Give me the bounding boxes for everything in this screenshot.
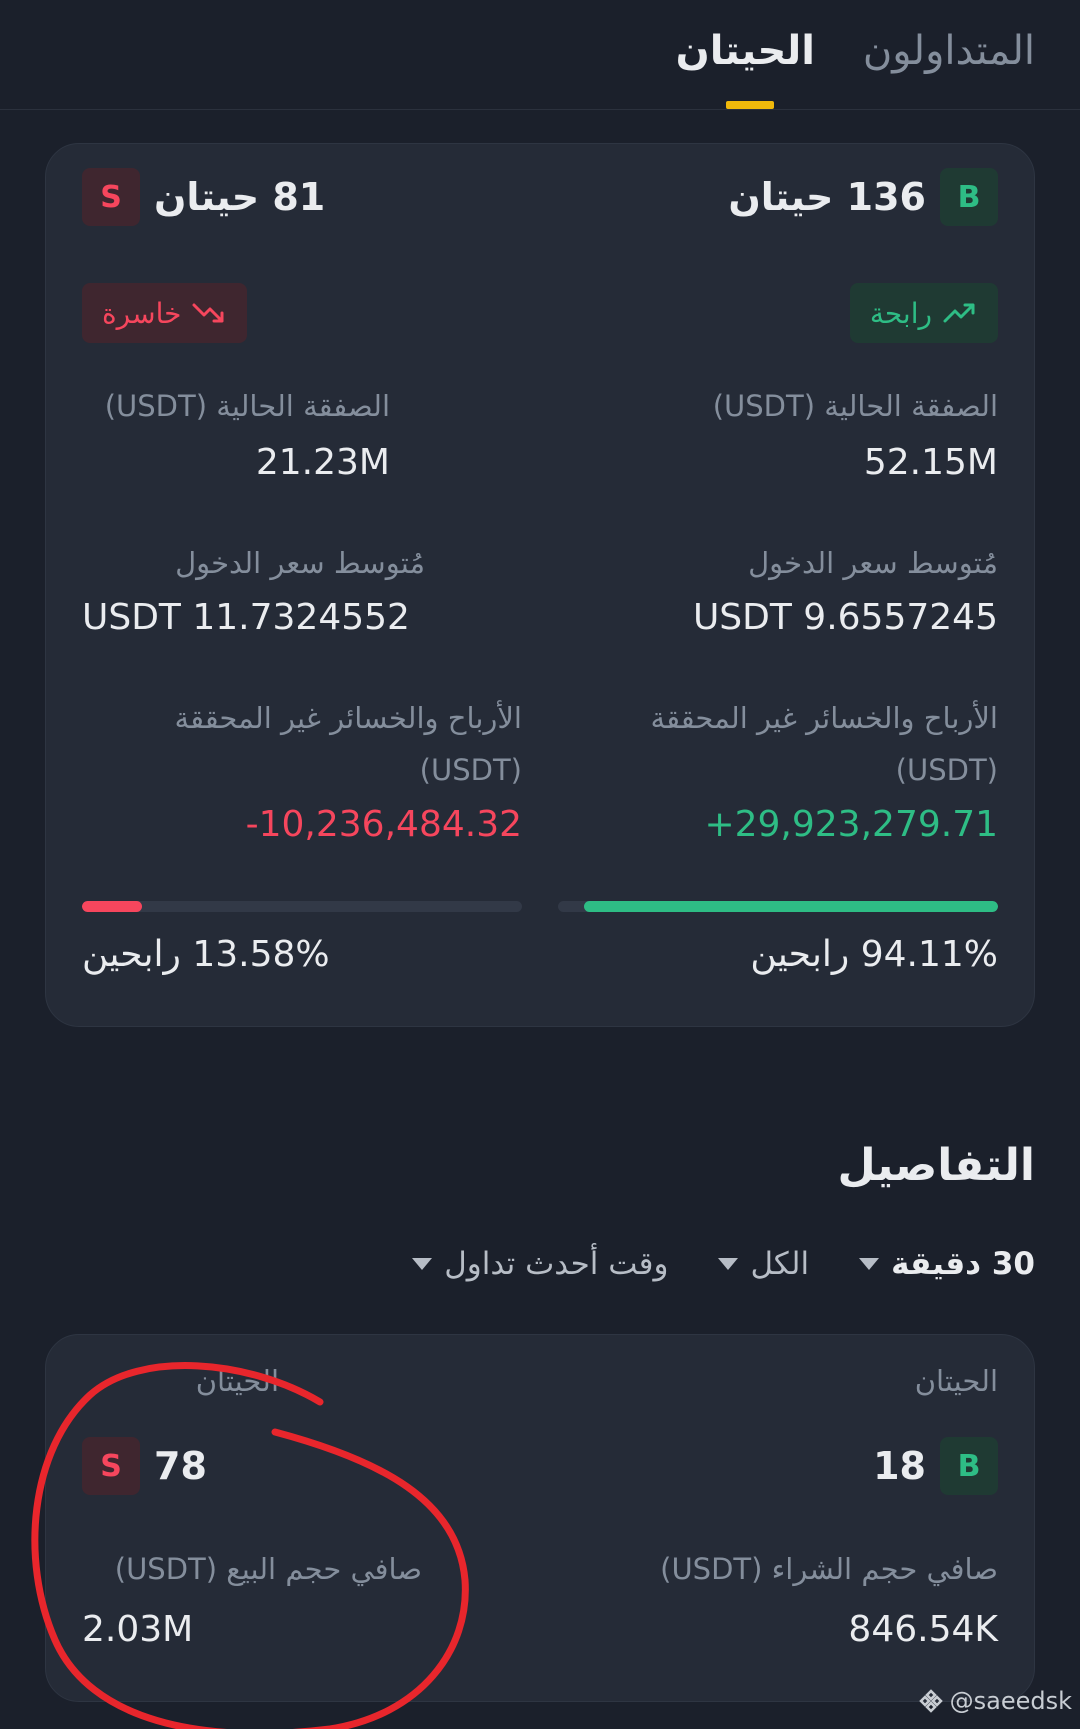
caret-down-icon xyxy=(412,1258,433,1270)
sell-avg-entry-label: مُتوسط سعر الدخول xyxy=(175,546,425,580)
details-buy-label: الحيتان xyxy=(914,1364,998,1398)
sell-whale-count: 81 حيتان xyxy=(154,175,326,219)
buy-status-label: رابحة xyxy=(869,296,932,330)
buy-win-rate-bar xyxy=(558,901,998,912)
interval-filter-label: 30 دقيقة xyxy=(891,1246,1035,1282)
sell-win-rate-bar xyxy=(82,901,522,912)
caret-down-icon xyxy=(718,1258,739,1270)
buy-status-badge: رابحة xyxy=(849,283,998,343)
sell-position-label: الصفقة الحالية (USDT) xyxy=(104,389,390,423)
watermark-text: @saeedsk xyxy=(949,1687,1072,1715)
sell-status-badge: خاسرة xyxy=(82,283,248,343)
details-sell-badge: S xyxy=(82,1437,140,1495)
sort-filter-label: وقت أحدث تداول xyxy=(444,1246,669,1282)
details-sell-label: الحيتان xyxy=(195,1364,279,1398)
buy-win-rate-fill xyxy=(583,901,998,912)
sell-pnl-unit: (USDT) xyxy=(419,753,522,787)
sell-pnl-label: الأرباح والخسائر غير المحققة xyxy=(174,701,522,735)
sell-position-value: 21.23M xyxy=(255,442,390,483)
buy-position-value: 52.15M xyxy=(863,442,998,483)
details-buy-badge: B xyxy=(940,1437,998,1495)
buy-badge: B xyxy=(940,168,998,226)
buy-pnl-label: الأرباح والخسائر غير المحققة xyxy=(650,701,998,735)
scope-filter[interactable]: الكل xyxy=(718,1246,809,1282)
watermark: @saeedsk xyxy=(918,1687,1072,1715)
details-sell-volume-label: صافي حجم البيع (USDT) xyxy=(114,1552,422,1586)
sell-status-label: خاسرة xyxy=(102,296,182,330)
active-tab-indicator xyxy=(726,101,774,109)
details-card: الحيتان B 18 صافي حجم الشراء (USDT) 846.… xyxy=(45,1334,1035,1702)
caret-down-icon xyxy=(859,1258,880,1270)
sell-win-rate: 13.58% رابحين xyxy=(82,934,330,975)
binance-logo-icon xyxy=(918,1689,943,1713)
details-buy-count: 18 xyxy=(873,1444,926,1488)
tab-traders[interactable]: المتداولون xyxy=(863,28,1035,74)
sell-avg-entry-value: USDT 11.7324552 xyxy=(82,597,410,638)
scope-filter-label: الكل xyxy=(750,1246,810,1282)
sell-side-column: S 81 حيتان خاسرة الصفقة الحالية (USDT) 2… xyxy=(82,144,522,1026)
trend-down-icon xyxy=(192,303,224,323)
whales-summary-card: B 136 حيتان رابحة الصفقة الحالية (USDT) … xyxy=(45,143,1035,1027)
sell-badge: S xyxy=(82,168,140,226)
buy-header: B 136 حيتان xyxy=(728,168,998,226)
buy-win-rate: 94.11% رابحين xyxy=(750,934,998,975)
tab-whales[interactable]: الحيتان xyxy=(676,28,815,74)
sell-win-rate-fill xyxy=(82,901,142,912)
buy-position-label: الصفقة الحالية (USDT) xyxy=(712,389,998,423)
buy-pnl-unit: (USDT) xyxy=(895,753,998,787)
details-buy-count-row: B 18 xyxy=(873,1437,998,1495)
sort-filter[interactable]: وقت أحدث تداول xyxy=(412,1246,668,1282)
details-sell-count-row: S 78 xyxy=(82,1437,207,1495)
details-buy-volume-label: صافي حجم الشراء (USDT) xyxy=(660,1552,998,1586)
details-sell-volume-value: 2.03M xyxy=(82,1609,194,1650)
buy-avg-entry-value: USDT 9.6557245 xyxy=(692,597,998,638)
details-buy-volume-value: 846.54K xyxy=(848,1609,998,1650)
interval-filter[interactable]: 30 دقيقة xyxy=(859,1246,1035,1282)
sell-pnl-value: 10,236,484.32- xyxy=(245,804,522,845)
details-sell-column: الحيتان S 78 صافي حجم البيع (USDT) 2.03M xyxy=(82,1335,522,1701)
details-filters: 30 دقيقة الكل وقت أحدث تداول xyxy=(412,1246,1035,1282)
sell-header: S 81 حيتان xyxy=(82,168,325,226)
trend-up-icon xyxy=(943,303,975,323)
details-title: التفاصيل xyxy=(837,1140,1035,1191)
details-buy-column: الحيتان B 18 صافي حجم الشراء (USDT) 846.… xyxy=(558,1335,998,1701)
details-sell-count: 78 xyxy=(154,1444,207,1488)
buy-avg-entry-label: مُتوسط سعر الدخول xyxy=(748,546,998,580)
buy-side-column: B 136 حيتان رابحة الصفقة الحالية (USDT) … xyxy=(558,144,998,1026)
buy-whale-count: 136 حيتان xyxy=(728,175,926,219)
tab-bar: الحيتان المتداولون xyxy=(0,0,1080,110)
buy-pnl-value: 29,923,279.71+ xyxy=(704,804,998,845)
